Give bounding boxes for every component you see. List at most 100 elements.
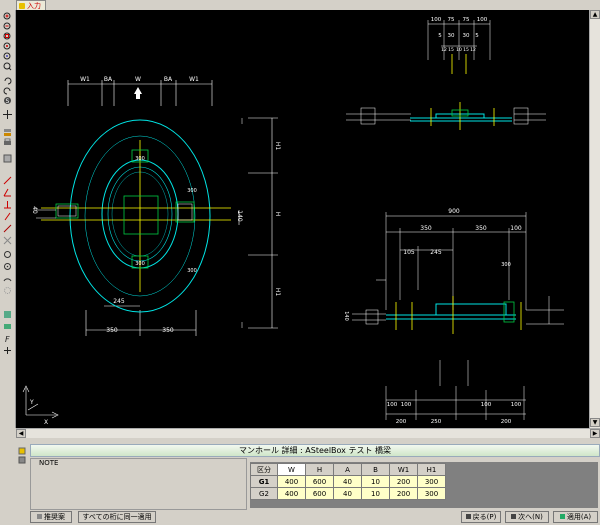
- rotate-back-icon[interactable]: [2, 86, 13, 94]
- table-cell[interactable]: 400: [277, 475, 306, 488]
- diagonal-tool-icon[interactable]: [2, 224, 13, 232]
- pan-icon[interactable]: [2, 109, 13, 119]
- apply-all-button-label: すべての桁に同一適用: [82, 513, 152, 521]
- rv-small-300: 300: [501, 262, 511, 268]
- scroll-right-icon[interactable]: ▶: [590, 429, 600, 438]
- zoom-window-icon[interactable]: [2, 32, 13, 40]
- table-cell[interactable]: 10: [361, 487, 390, 500]
- main-dim-w1-right: W1: [189, 76, 199, 83]
- arc-tool-icon[interactable]: [2, 274, 13, 282]
- note-box[interactable]: [30, 458, 247, 510]
- back-button[interactable]: 戻る(P): [461, 511, 501, 523]
- settings-icon[interactable]: [2, 154, 13, 162]
- rotate-icon[interactable]: [2, 76, 13, 84]
- circle-tool-icon[interactable]: [2, 250, 13, 258]
- table-row: G1 400 600 40 10 200 300: [250, 475, 446, 488]
- layer-icon[interactable]: [2, 128, 13, 136]
- drawing-canvas[interactable]: W1 BA W BA W1 245 350 350 H1 H H1 140 40: [16, 10, 589, 428]
- main-small-300-right-bottom: 300: [187, 268, 197, 274]
- rv-dim-900: 900: [448, 208, 460, 215]
- apply-button[interactable]: 適用(A): [553, 511, 598, 523]
- line-tool-icon[interactable]: [2, 176, 13, 184]
- cad-drawing: W1 BA W BA W1 245 350 350 H1 H H1 140 40: [22, 17, 564, 426]
- tr-dim-75-right: 75: [463, 17, 470, 23]
- table-cell[interactable]: 400: [277, 487, 306, 500]
- left-toolbar: S F: [0, 10, 16, 428]
- main-dim-350-left: 350: [106, 327, 118, 334]
- table-cell[interactable]: 300: [417, 475, 446, 488]
- main-dim-140: 140: [236, 210, 243, 222]
- recommend-button[interactable]: 推奨案: [30, 511, 72, 523]
- angle-tool-icon[interactable]: [2, 188, 13, 196]
- tr-dim-100-left: 100: [431, 17, 442, 23]
- text-layer-icon[interactable]: [2, 322, 13, 330]
- slash-tool-icon[interactable]: [2, 212, 13, 220]
- rv-dim-245: 245: [430, 249, 442, 256]
- tr-dim-15-left: 15: [448, 47, 454, 53]
- zoom-prev-icon[interactable]: [2, 52, 13, 60]
- table-header: W: [277, 463, 306, 476]
- apply-icon: [559, 514, 565, 519]
- recommend-icon: [37, 514, 42, 519]
- perpendicular-tool-icon[interactable]: [2, 200, 13, 208]
- main-small-300-bottom: 300: [135, 261, 145, 267]
- table-cell[interactable]: 200: [389, 487, 418, 500]
- layer-panel-icon[interactable]: [2, 310, 13, 318]
- tr-dim-5-right: 5: [475, 33, 479, 39]
- panel-title: マンホール 詳細 : ASteelBox テスト 橋梁: [30, 444, 600, 457]
- scroll-up-icon[interactable]: ▲: [590, 10, 600, 19]
- point-tool-icon[interactable]: [2, 286, 13, 294]
- table-header-row: 区分 W H A B W1 H1: [250, 463, 446, 476]
- panel-pin-icon[interactable]: [18, 446, 26, 466]
- recommend-button-label: 推奨案: [44, 513, 65, 521]
- tab-bar: 入力: [0, 0, 600, 11]
- apply-all-button[interactable]: すべての桁に同一適用: [78, 511, 156, 523]
- table-header: 区分: [250, 463, 278, 476]
- next-button[interactable]: 次へ(N): [505, 511, 549, 523]
- table-cell[interactable]: 40: [333, 487, 362, 500]
- scroll-down-icon[interactable]: ▼: [590, 418, 600, 427]
- table-header: H1: [417, 463, 446, 476]
- zoom-all-icon[interactable]: [2, 42, 13, 50]
- redraw-icon[interactable]: S: [2, 96, 13, 105]
- tr-dim-10: 10: [456, 47, 462, 53]
- plus-tool-icon[interactable]: [2, 346, 13, 354]
- rv-bottom-250: 250: [431, 419, 442, 425]
- table-row: G2 400 600 40 10 200 300: [250, 487, 446, 500]
- table-cell[interactable]: 40: [333, 475, 362, 488]
- rv-dim-105: 105: [403, 249, 415, 256]
- font-tool-icon[interactable]: F: [2, 334, 13, 343]
- scroll-left-icon[interactable]: ◀: [16, 429, 26, 438]
- table-header: A: [333, 463, 362, 476]
- circle-center-tool-icon[interactable]: [2, 262, 13, 270]
- note-label: NOTE: [38, 459, 60, 467]
- cross-tool-icon[interactable]: [2, 236, 13, 244]
- table-cell[interactable]: 600: [305, 487, 334, 500]
- back-icon: [465, 514, 471, 519]
- table-cell[interactable]: 300: [417, 487, 446, 500]
- table-cell[interactable]: 600: [305, 475, 334, 488]
- zoom-fit-icon[interactable]: [2, 62, 13, 70]
- print-icon[interactable]: [2, 138, 13, 146]
- main-dim-350-right: 350: [162, 327, 174, 334]
- rv-dim-350-left: 350: [420, 225, 432, 232]
- next-button-label: 次へ(N): [518, 513, 543, 521]
- table-header: H: [305, 463, 334, 476]
- zoom-out-icon[interactable]: [2, 22, 13, 30]
- axis-y-label: Y: [29, 399, 34, 406]
- zoom-in-icon[interactable]: [2, 12, 13, 20]
- svg-text:F: F: [5, 335, 10, 343]
- table-header: W1: [389, 463, 418, 476]
- rv-dim-100: 100: [510, 225, 522, 232]
- rv-bottom-200-left: 200: [396, 419, 407, 425]
- vertical-scrollbar[interactable]: ▲ ▼: [589, 10, 600, 428]
- table-cell[interactable]: 10: [361, 475, 390, 488]
- rv-bottom-100-4: 100: [511, 402, 522, 408]
- tr-dim-5-left: 5: [438, 33, 442, 39]
- tab-input-label: 入力: [27, 2, 41, 10]
- table-cell[interactable]: 200: [389, 475, 418, 488]
- main-dim-ba-right: BA: [164, 76, 173, 83]
- input-tab-icon: [19, 3, 25, 9]
- tr-dim-12-right: 12: [470, 47, 476, 53]
- svg-text:S: S: [6, 98, 10, 105]
